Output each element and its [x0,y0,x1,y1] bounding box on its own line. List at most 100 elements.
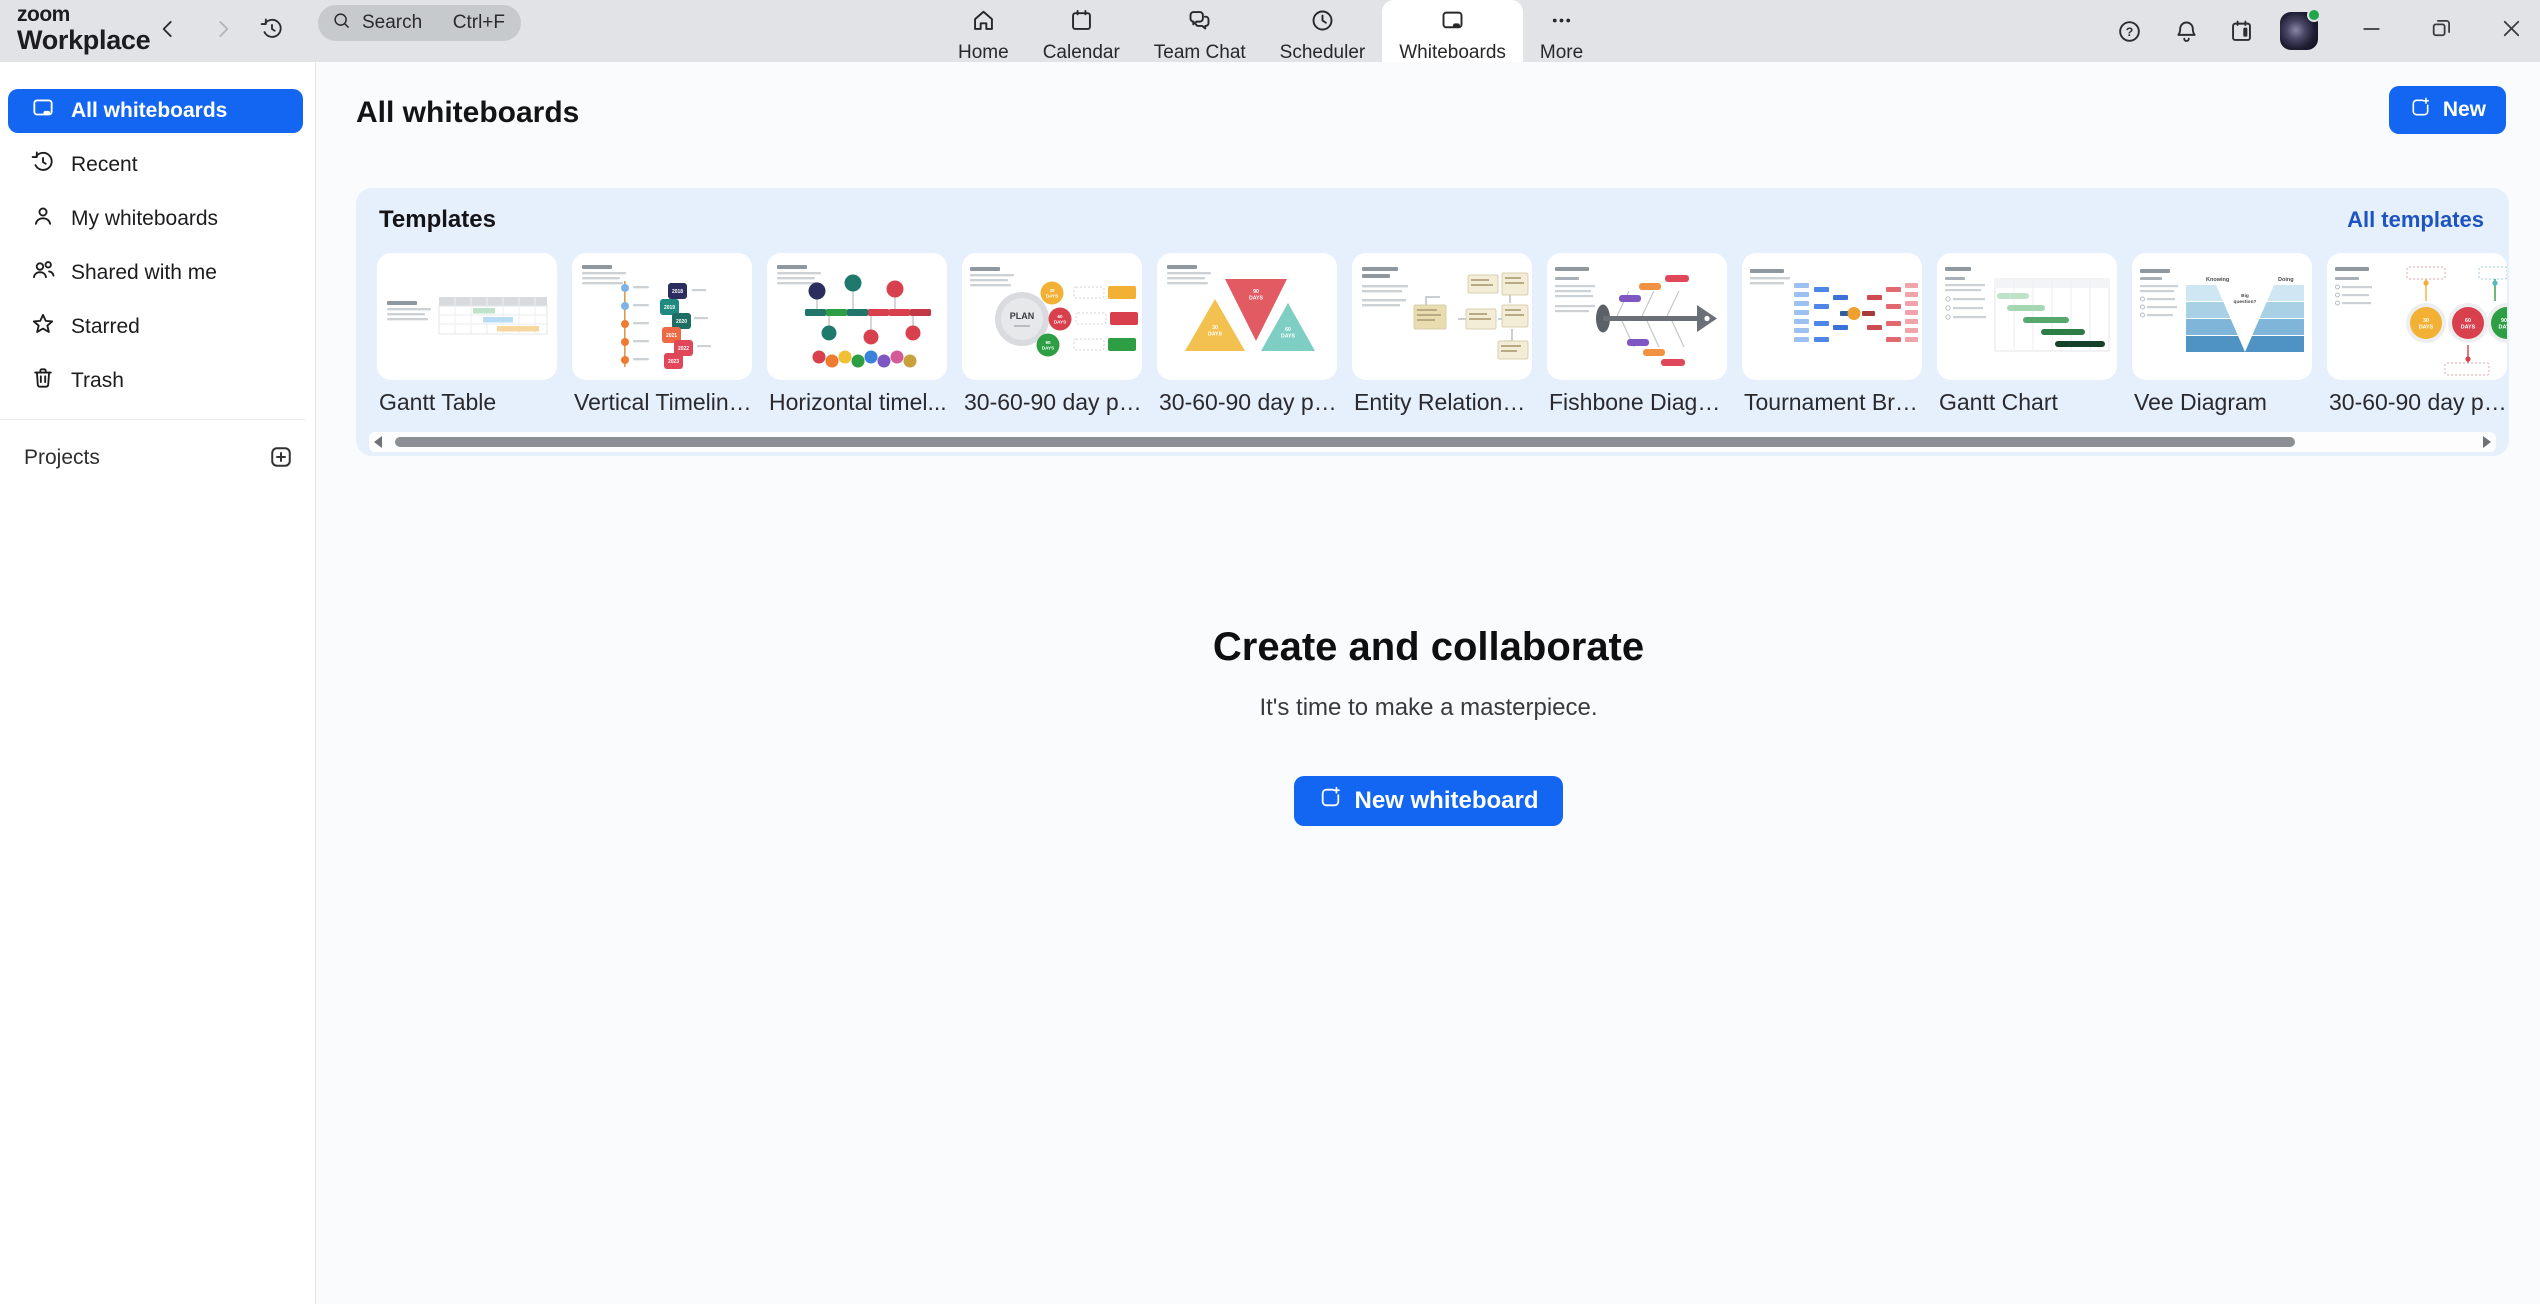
sidebar-divider [0,419,305,420]
scrollbar-thumb[interactable] [395,437,2295,447]
svg-text:2018: 2018 [672,289,683,295]
template-thumbnail [377,253,557,380]
template-thumbnail: KnowingDoingBigquestion? [2132,253,2312,380]
search-shortcut: Ctrl+F [453,12,505,34]
template-card-gantt-table[interactable]: Gantt Table [377,253,557,416]
svg-text:90: 90 [1045,340,1051,345]
notifications-button[interactable] [2173,18,2200,45]
presence-dot [2307,8,2321,22]
template-card-label: Entity Relations... [1352,389,1532,416]
template-thumbnail: 201820192020202120222023 [572,253,752,380]
template-thumbnail: PLAN30DAYS60DAYS90DAYS [962,253,1142,380]
chevron-left-icon [155,16,181,47]
svg-text:DAYS: DAYS [1208,332,1222,338]
forward-button[interactable] [203,11,243,51]
new-whiteboard-button-center[interactable]: New whiteboard [1294,776,1562,826]
empty-state: Create and collaborate It's time to make… [317,625,2540,826]
template-card-horizontal-timeline[interactable]: Horizontal timel... [767,253,947,416]
new-whiteboard-button-top[interactable]: New [2389,86,2506,134]
sidebar-item-starred[interactable]: Starred [8,305,303,349]
template-card-fishbone[interactable]: Fishbone Diagra... [1547,253,1727,416]
recent-icon [30,149,56,181]
template-card-label: Fishbone Diagra... [1547,389,1727,416]
svg-text:DAY: DAY [2499,325,2507,331]
person-icon [30,203,56,235]
template-thumbnail [1547,253,1727,380]
new-whiteboard-icon [1318,785,1343,817]
template-card-gantt-chart[interactable]: Gantt Chart [1937,253,2117,416]
template-card-plan-rings[interactable]: 30DAYS60DAYS90DAY 30-60-90 day pl... [2327,253,2507,416]
svg-text:2020: 2020 [676,319,687,325]
templates-header: Templates All templates [356,188,2509,234]
svg-text:Knowing: Knowing [2206,277,2229,283]
logo-zoom-text: zoom [17,4,150,25]
template-card-vee[interactable]: KnowingDoingBigquestion? Vee Diagram [2132,253,2312,416]
add-project-button[interactable] [267,443,297,473]
scroll-left-arrow[interactable] [374,436,382,448]
svg-text:question?: question? [2234,299,2257,305]
help-icon: ? [2116,32,2143,49]
new-button-label: New [2443,98,2486,122]
sidebar-nav: All whiteboards Recent My whiteboards Sh… [0,89,315,403]
today-panel-icon [2228,32,2255,49]
template-card-label: 30-60-90 day pl... [2327,389,2507,416]
template-card-erd[interactable]: Entity Relations... [1352,253,1532,416]
sidebar-item-my-whiteboards[interactable]: My whiteboards [8,197,303,241]
template-card-plan-circles[interactable]: PLAN30DAYS60DAYS90DAYS 30-60-90 day pl..… [962,253,1142,416]
sidebar-item-recent[interactable]: Recent [8,143,303,187]
svg-text:PLAN: PLAN [1010,311,1035,321]
search-placeholder: Search [362,12,422,34]
all-templates-link[interactable]: All templates [2347,207,2484,233]
tab-whiteboards[interactable]: Whiteboards [1382,0,1523,62]
svg-text:30: 30 [1212,325,1218,331]
templates-heading: Templates [379,206,496,234]
main-content: All whiteboards New Templates All templa… [317,62,2540,1304]
tab-scheduler[interactable]: Scheduler [1263,0,1383,62]
svg-text:30: 30 [1049,288,1055,293]
star-icon [30,311,56,343]
help-button[interactable]: ? [2116,18,2143,45]
bell-icon [2173,32,2200,49]
restore-button[interactable] [2428,18,2455,45]
zoom-workplace-logo: zoom Workplace [17,4,150,54]
template-card-vertical-timeline[interactable]: 201820192020202120222023 Vertical Timeli… [572,253,752,416]
team-chat-icon [1186,7,1213,40]
empty-state-title: Create and collaborate [1213,625,1644,670]
topbar-right-cluster: ? [2116,0,2540,62]
tab-calendar[interactable]: Calendar [1026,0,1137,62]
template-card-bracket[interactable]: Tournament Bra... [1742,253,1922,416]
template-card-plan-triangles[interactable]: 90DAYS30DAYS60DAYS 30-60-90 day pl... [1157,253,1337,416]
restore-icon [2429,16,2454,46]
search-icon [331,10,362,36]
plus-square-icon [267,458,295,475]
template-card-label: Gantt Table [377,389,557,416]
top-bar: zoom Workplace Search Ctrl+F Home Calend… [0,0,2540,62]
home-icon [970,7,997,40]
history-icon [259,16,285,47]
sidebar-item-shared-with-me[interactable]: Shared with me [8,251,303,295]
history-button[interactable] [252,11,292,51]
tab-home[interactable]: Home [941,0,1026,62]
sidebar-item-all-whiteboards[interactable]: All whiteboards [8,89,303,133]
calendar-icon [1068,7,1095,40]
sidebar-item-trash[interactable]: Trash [8,359,303,403]
templates-panel: Templates All templates Gantt Table 2018… [356,188,2509,456]
new-whiteboard-button-label: New whiteboard [1354,787,1538,815]
tab-more[interactable]: More [1523,0,1600,62]
template-thumbnail [767,253,947,380]
scroll-right-arrow[interactable] [2483,436,2491,448]
logo-workplace-text: Workplace [17,27,150,54]
close-button[interactable] [2498,18,2525,45]
svg-text:DAYS: DAYS [2461,325,2476,331]
svg-text:DAYS: DAYS [1054,320,1066,325]
search-input[interactable]: Search Ctrl+F [318,5,521,41]
close-icon [2499,16,2524,46]
template-card-label: Horizontal timel... [767,389,947,416]
today-panel-button[interactable] [2228,18,2255,45]
minimize-icon [2359,16,2384,46]
tab-team-chat[interactable]: Team Chat [1137,0,1263,62]
back-button[interactable] [148,11,188,51]
avatar[interactable] [2280,12,2318,50]
minimize-button[interactable] [2358,18,2385,45]
template-thumbnail [1937,253,2117,380]
